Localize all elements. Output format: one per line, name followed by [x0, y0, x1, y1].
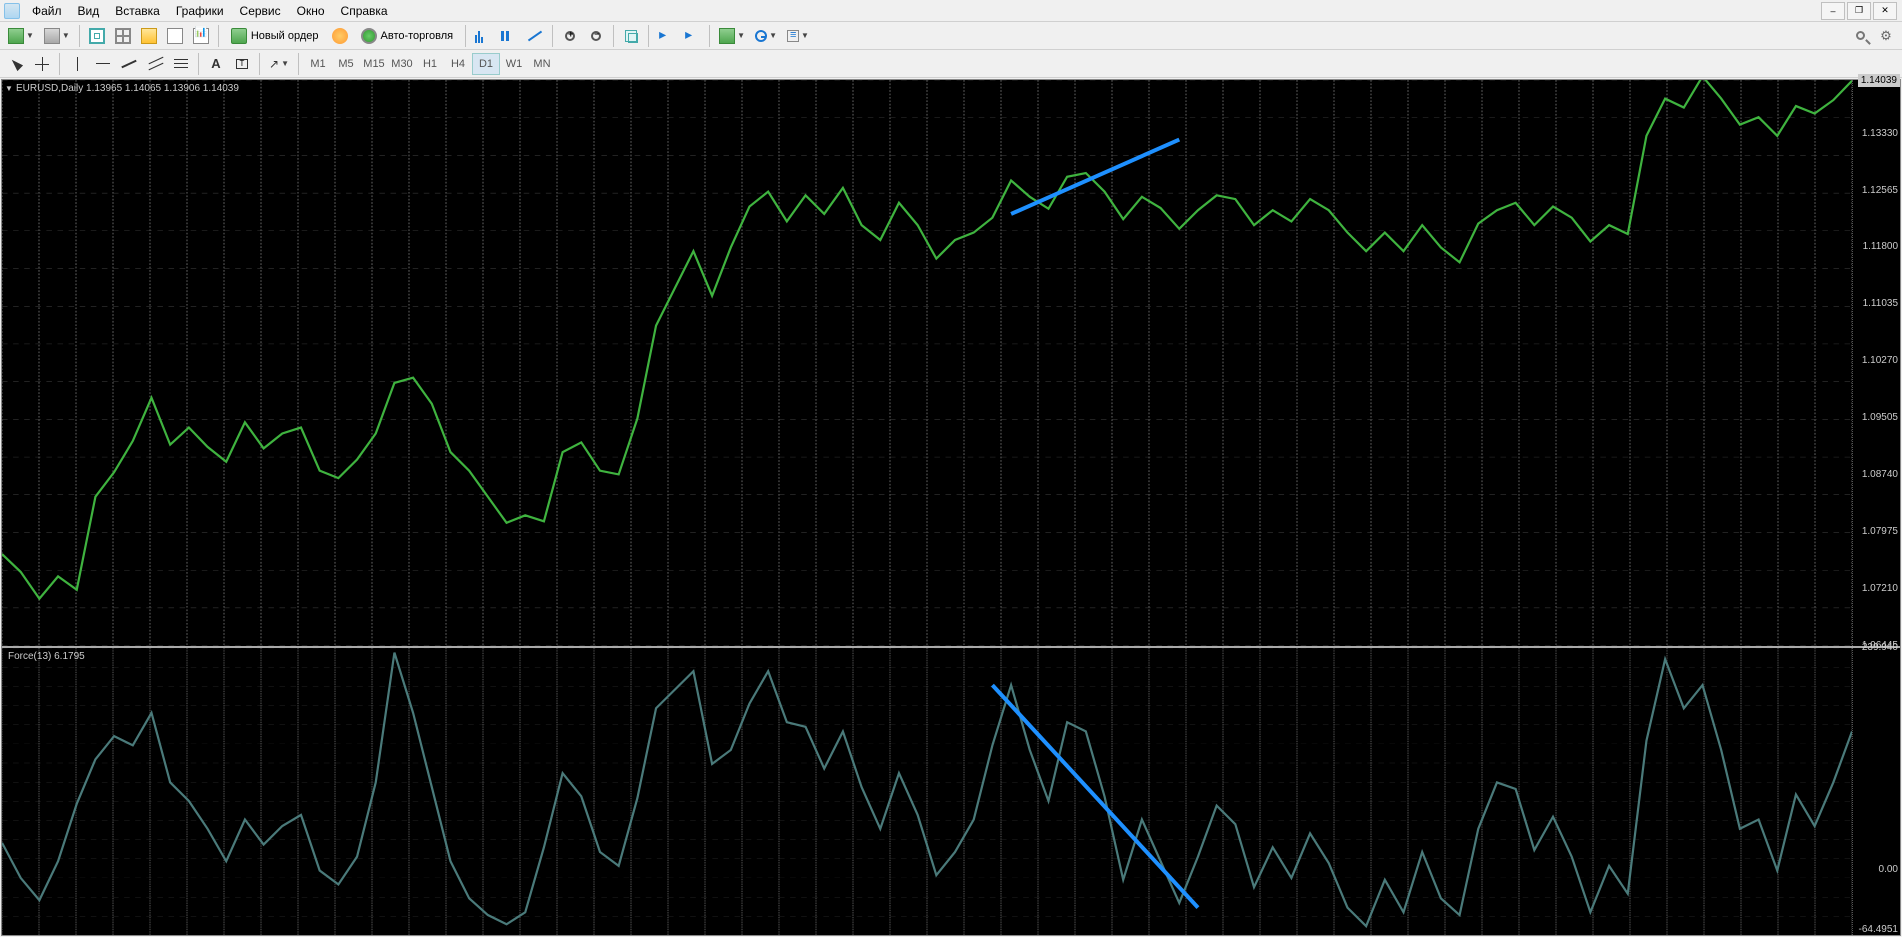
- metaquotes-button[interactable]: [328, 24, 352, 48]
- menu-help[interactable]: Справка: [333, 1, 396, 21]
- text-tool[interactable]: A: [204, 52, 228, 76]
- menu-insert[interactable]: Вставка: [107, 1, 168, 21]
- timeframe-m15[interactable]: M15: [360, 53, 388, 75]
- timeframe-m30[interactable]: M30: [388, 53, 416, 75]
- data-window-button[interactable]: [137, 24, 161, 48]
- indicator-pane[interactable]: Force(13) 6.1795 239.9400.00-64.4951: [2, 648, 1900, 935]
- candle-chart-button[interactable]: [497, 24, 521, 48]
- options-button[interactable]: ⚙: [1874, 24, 1898, 48]
- timeframe-d1[interactable]: D1: [472, 53, 500, 75]
- trendline-tool[interactable]: [117, 52, 141, 76]
- chart-menu-arrow-icon[interactable]: ▼: [5, 84, 13, 93]
- current-price-tag: 1.14039: [1858, 74, 1900, 87]
- cursor-tool[interactable]: [4, 52, 28, 76]
- crosshair-tool[interactable]: [30, 52, 54, 76]
- autotrade-button[interactable]: Авто-торговля: [354, 24, 461, 48]
- zoom-out-button[interactable]: [584, 24, 608, 48]
- line-chart-button[interactable]: [523, 24, 547, 48]
- search-button[interactable]: [1848, 24, 1872, 48]
- timeframe-m1[interactable]: M1: [304, 53, 332, 75]
- drawing-toolbar: A T ↗▼ M1M5M15M30H1H4D1W1MN: [0, 50, 1902, 78]
- timeframe-h4[interactable]: H4: [444, 53, 472, 75]
- fibo-tool[interactable]: [169, 52, 193, 76]
- minimize-button[interactable]: –: [1821, 2, 1845, 20]
- timeframe-w1[interactable]: W1: [500, 53, 528, 75]
- price-y-axis: 1.140391.133301.125651.118001.110351.102…: [1852, 80, 1900, 646]
- app-icon: [4, 3, 20, 19]
- profiles-button[interactable]: ▼: [40, 24, 74, 48]
- menubar: Файл Вид Вставка Графики Сервис Окно Спр…: [0, 0, 1902, 22]
- timeframe-selector: M1M5M15M30H1H4D1W1MN: [304, 53, 556, 75]
- templates-button[interactable]: ▼: [783, 24, 813, 48]
- chart-shift-button[interactable]: [654, 24, 678, 48]
- menu-tools[interactable]: Сервис: [232, 1, 289, 21]
- new-chart-button[interactable]: ▼: [4, 24, 38, 48]
- periodicity-button[interactable]: ▼: [751, 24, 781, 48]
- window-controls: – ❐ ✕: [1820, 2, 1898, 20]
- tile-windows-button[interactable]: [619, 24, 643, 48]
- terminal-button[interactable]: [163, 24, 187, 48]
- menu-charts[interactable]: Графики: [168, 1, 232, 21]
- close-button[interactable]: ✕: [1873, 2, 1897, 20]
- restore-button[interactable]: ❐: [1847, 2, 1871, 20]
- market-watch-button[interactable]: [85, 24, 109, 48]
- autotrade-label: Авто-торговля: [381, 30, 454, 42]
- timeframe-mn[interactable]: MN: [528, 53, 556, 75]
- main-toolbar: ▼ ▼ Новый ордер Авто-торговля ▼ ▼ ▼ ⚙: [0, 22, 1902, 50]
- channel-tool[interactable]: [143, 52, 167, 76]
- indicators-button[interactable]: ▼: [715, 24, 749, 48]
- text-label-tool[interactable]: T: [230, 52, 254, 76]
- new-order-label: Новый ордер: [251, 30, 319, 42]
- menu-file[interactable]: Файл: [24, 1, 70, 21]
- arrows-tool[interactable]: ↗▼: [265, 52, 293, 76]
- strategy-tester-button[interactable]: [189, 24, 213, 48]
- price-chart-title: EURUSD,Daily 1.13965 1.14065 1.13906 1.1…: [16, 83, 239, 94]
- price-chart-pane[interactable]: ▼ EURUSD,Daily 1.13965 1.14065 1.13906 1…: [2, 80, 1900, 648]
- menu-window[interactable]: Окно: [289, 1, 333, 21]
- zoom-in-button[interactable]: [558, 24, 582, 48]
- indicator-y-axis: 239.9400.00-64.4951: [1852, 648, 1900, 935]
- indicator-title: Force(13) 6.1795: [8, 651, 85, 662]
- chart-autoscroll-button[interactable]: [680, 24, 704, 48]
- navigator-button[interactable]: [111, 24, 135, 48]
- menu-view[interactable]: Вид: [70, 1, 108, 21]
- vertical-line-tool[interactable]: [65, 52, 89, 76]
- chart-area: ▼ EURUSD,Daily 1.13965 1.14065 1.13906 1…: [1, 79, 1901, 936]
- timeframe-h1[interactable]: H1: [416, 53, 444, 75]
- horizontal-line-tool[interactable]: [91, 52, 115, 76]
- timeframe-m5[interactable]: M5: [332, 53, 360, 75]
- new-order-button[interactable]: Новый ордер: [224, 24, 326, 48]
- bar-chart-button[interactable]: [471, 24, 495, 48]
